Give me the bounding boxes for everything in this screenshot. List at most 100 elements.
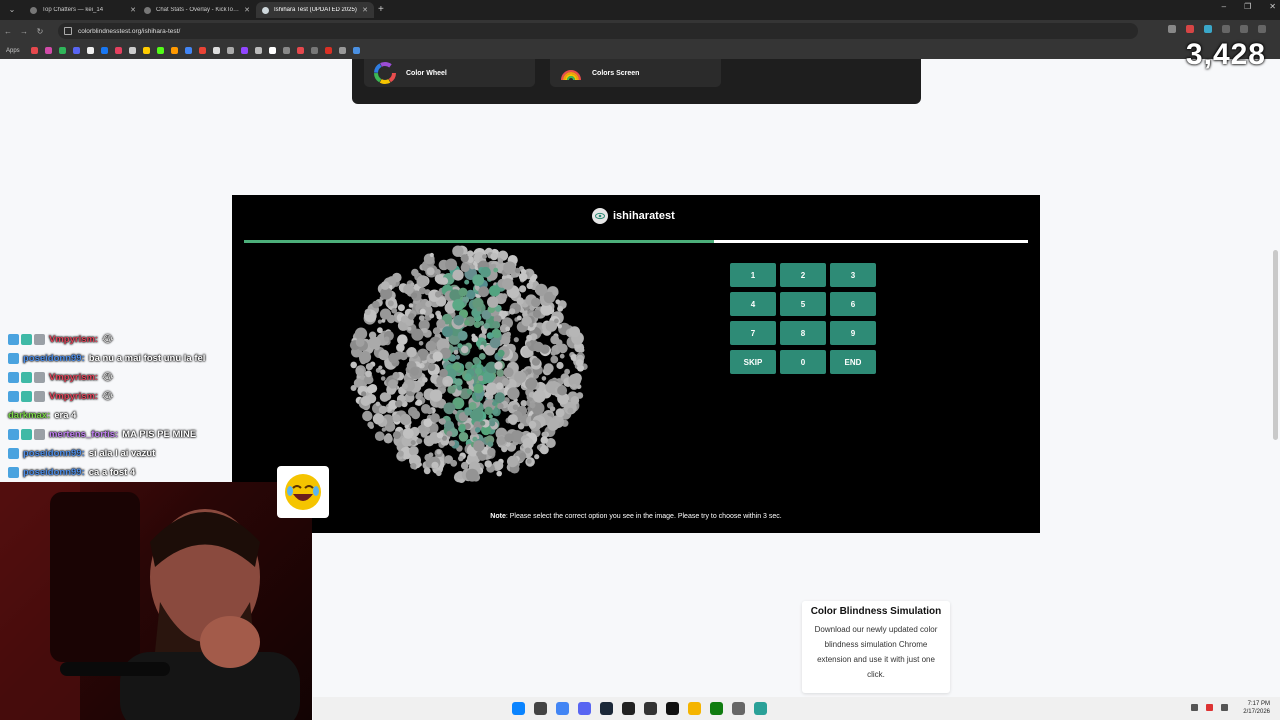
system-tray xyxy=(1191,704,1228,711)
streamer-silhouette xyxy=(0,482,300,720)
volume-icon[interactable] xyxy=(1221,704,1228,711)
discord-icon[interactable] xyxy=(578,702,591,715)
tab-label: Chat Stats - Overlay - KickTools xyxy=(156,7,241,13)
menu-icon[interactable] xyxy=(1258,25,1266,33)
epic-games-icon[interactable] xyxy=(622,702,635,715)
chat-badge-icon xyxy=(21,428,32,440)
bookmark-icon[interactable] xyxy=(44,47,52,54)
bookmark-icon[interactable] xyxy=(254,47,262,54)
chat-text: ca a fost 4 xyxy=(88,466,136,478)
answer-key-5[interactable]: 5 xyxy=(780,292,826,316)
tab-favicon-icon xyxy=(262,6,269,14)
rainbow-icon xyxy=(561,70,581,81)
tab-favicon-icon xyxy=(144,6,151,14)
color-wheel-link[interactable]: Color Wheel xyxy=(364,59,535,87)
bookmark-icon[interactable] xyxy=(30,47,38,54)
answer-key-3[interactable]: 3 xyxy=(830,263,876,287)
tab-chat-stats[interactable]: Chat Stats - Overlay - KickTools ✕ xyxy=(138,2,256,18)
chrome-icon[interactable] xyxy=(556,702,569,715)
answer-key-0[interactable]: 0 xyxy=(780,350,826,374)
minimize-icon[interactable]: – xyxy=(1222,2,1226,11)
chat-username: poseidonn99: xyxy=(23,466,85,478)
chat-text: si ala l ai vazut xyxy=(88,447,156,459)
bookmark-icon[interactable] xyxy=(170,47,178,54)
app-icon[interactable] xyxy=(754,702,767,715)
bookmark-icon[interactable] xyxy=(282,47,290,54)
back-icon[interactable]: ← xyxy=(0,27,16,36)
bookmark-icon[interactable] xyxy=(352,47,360,54)
colors-screen-label: Colors Screen xyxy=(592,69,640,77)
tab-close-icon[interactable]: ✕ xyxy=(130,6,136,14)
bookmark-icon[interactable] xyxy=(58,47,66,54)
bookmark-icon[interactable] xyxy=(268,47,276,54)
bookmark-icon[interactable] xyxy=(128,47,136,54)
answer-key-7[interactable]: 7 xyxy=(730,321,776,345)
note-label: Note xyxy=(490,513,506,520)
bookmark-icon[interactable] xyxy=(114,47,122,54)
clock-time: 7:17 PM xyxy=(1247,701,1270,707)
tab-close-icon[interactable]: ✕ xyxy=(244,6,250,14)
microphone-icon[interactable] xyxy=(1206,704,1213,711)
tray-chevron-icon[interactable] xyxy=(1191,704,1198,711)
extension-icon[interactable] xyxy=(1204,25,1212,33)
chat-badge-icon xyxy=(21,371,32,383)
maximize-icon[interactable]: ❐ xyxy=(1244,2,1251,11)
new-tab-icon[interactable]: + xyxy=(378,3,384,17)
bookmark-icon[interactable] xyxy=(240,47,248,54)
file-explorer-icon[interactable] xyxy=(688,702,701,715)
answer-key-1[interactable]: 1 xyxy=(730,263,776,287)
instruction-note: Note: Please select the correct option y… xyxy=(232,513,1040,520)
extensions-menu-icon[interactable] xyxy=(1222,25,1230,33)
bookmark-icon[interactable] xyxy=(142,47,150,54)
answer-key-6[interactable]: 6 xyxy=(830,292,876,316)
system-clock[interactable]: 7:17 PM 2/17/2026 xyxy=(1243,700,1270,716)
answer-key-skip[interactable]: SKIP xyxy=(730,350,776,374)
answer-key-8[interactable]: 8 xyxy=(780,321,826,345)
bookmark-icon[interactable] xyxy=(198,47,206,54)
extension-icon[interactable] xyxy=(1186,25,1194,33)
chat-message: mertens_fortis: MA PIS PE MINE xyxy=(0,425,232,443)
profile-icon[interactable] xyxy=(1240,25,1248,33)
bookmark-icon[interactable] xyxy=(296,47,304,54)
obs-icon[interactable] xyxy=(644,702,657,715)
terminal-icon[interactable] xyxy=(666,702,679,715)
bookmark-icon[interactable] xyxy=(226,47,234,54)
simulation-promo-card[interactable]: Color Blindness Simulation Download our … xyxy=(802,601,950,693)
site-info-icon[interactable] xyxy=(64,27,72,35)
bookmark-icon[interactable] xyxy=(100,47,108,54)
tab-close-icon[interactable]: ✕ xyxy=(362,6,368,14)
bookmark-icon[interactable] xyxy=(86,47,94,54)
page-scrollbar[interactable] xyxy=(1273,250,1278,440)
forward-icon[interactable]: → xyxy=(16,27,32,36)
bookmark-icon[interactable] xyxy=(338,47,346,54)
chat-username: poseidonn99: xyxy=(23,447,85,459)
settings-icon[interactable] xyxy=(732,702,745,715)
start-menu-icon[interactable] xyxy=(512,702,525,715)
bookmark-icon[interactable] xyxy=(324,47,332,54)
answer-key-9[interactable]: 9 xyxy=(830,321,876,345)
tab-ishihara[interactable]: Ishihara Test (UPDATED 2025) ✕ xyxy=(256,2,374,18)
bookmark-icon[interactable] xyxy=(72,47,80,54)
color-wheel-label: Color Wheel xyxy=(406,69,447,77)
reload-icon[interactable]: ↻ xyxy=(32,27,48,36)
bookmark-star-icon[interactable] xyxy=(1168,25,1176,33)
chat-badges xyxy=(8,466,19,478)
steam-icon[interactable] xyxy=(600,702,613,715)
answer-key-4[interactable]: 4 xyxy=(730,292,776,316)
colors-screen-link[interactable]: Colors Screen xyxy=(550,59,721,87)
bookmark-icon[interactable] xyxy=(156,47,164,54)
xbox-icon[interactable] xyxy=(710,702,723,715)
answer-key-end[interactable]: END xyxy=(830,350,876,374)
search-icon[interactable] xyxy=(534,702,547,715)
answer-key-2[interactable]: 2 xyxy=(780,263,826,287)
bookmark-icon[interactable] xyxy=(310,47,318,54)
tab-top-chatters[interactable]: Top Chatters — kei_14 ✕ xyxy=(24,2,142,18)
bookmark-icon[interactable] xyxy=(212,47,220,54)
chat-text: ba nu a mai fost unu la fel xyxy=(88,352,206,364)
apps-bookmark[interactable]: Apps xyxy=(6,48,20,54)
tab-search-icon[interactable]: ⌄ xyxy=(6,4,18,16)
close-window-icon[interactable]: ✕ xyxy=(1269,2,1276,11)
chat-badge-icon xyxy=(34,428,45,440)
bookmark-icon[interactable] xyxy=(184,47,192,54)
url-field[interactable]: colorblindnesstest.org/ishihara-test/ xyxy=(58,23,1138,39)
